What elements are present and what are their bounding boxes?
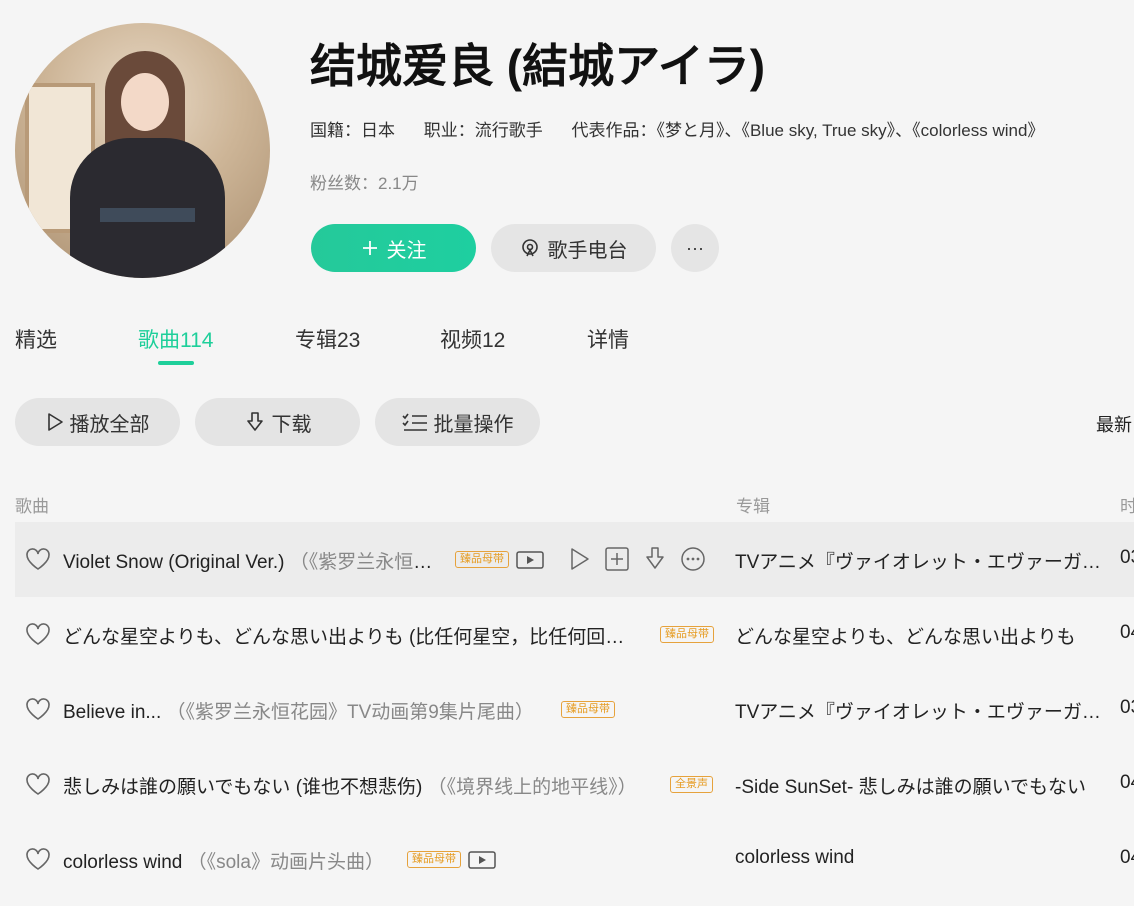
play-song-icon[interactable] <box>568 546 592 577</box>
tab-active-indicator <box>158 361 194 365</box>
heart-icon[interactable] <box>25 772 51 796</box>
plus-icon <box>362 241 377 255</box>
quality-badge: 臻品母带 <box>407 851 461 868</box>
artist-radio-button[interactable]: 歌手电台 <box>491 224 656 272</box>
song-title[interactable]: Believe in... （《紫罗兰永恒花园》TV动画第9集片尾曲） <box>63 697 548 724</box>
play-icon <box>47 413 63 431</box>
artist-avatar <box>15 23 270 278</box>
heart-icon[interactable] <box>25 547 51 571</box>
song-duration: 04 <box>1120 622 1134 643</box>
heart-icon[interactable] <box>25 622 51 646</box>
quality-badge: 全景声 <box>670 776 713 793</box>
song-album[interactable]: -Side SunSet- 悲しみは誰の願いでもない <box>735 772 1105 799</box>
quality-badge: 臻品母带 <box>455 551 509 568</box>
follow-label: 关注 <box>386 239 427 262</box>
column-album: 专辑 <box>736 497 770 516</box>
batch-label: 批量操作 <box>433 413 514 436</box>
song-title[interactable]: 悲しみは誰の願いでもない (谁也不想悲伤) （《境界线上的地平线》） <box>63 772 658 799</box>
play-all-button[interactable]: 播放全部 <box>15 398 180 446</box>
song-duration: 03 <box>1120 697 1134 718</box>
song-row[interactable]: 悲しみは誰の願いでもない (谁也不想悲伤) （《境界线上的地平线》） 全景声 -… <box>15 747 1134 822</box>
song-operations <box>568 546 718 577</box>
artist-occupation: 职业：流行歌手 <box>423 121 543 140</box>
sort-latest[interactable]: 最新 <box>1096 411 1132 437</box>
follow-button[interactable]: 关注 <box>311 224 476 272</box>
artist-nationality: 国籍：日本 <box>310 121 395 140</box>
song-row[interactable]: Violet Snow (Original Ver.) （《紫罗兰永恒花园》TV… <box>15 522 1134 597</box>
song-title[interactable]: どんな星空よりも、どんな思い出よりも (比任何星空，比任何回忆都) <box>63 622 641 649</box>
artist-name: 结城爱良 (結城アイラ) <box>310 40 766 92</box>
tab-songs[interactable]: 歌曲114 <box>138 324 213 354</box>
song-duration: 03 <box>1120 547 1134 568</box>
song-duration: 04 <box>1120 847 1134 868</box>
song-album[interactable]: colorless wind <box>735 847 1105 869</box>
song-row[interactable]: どんな星空よりも、どんな思い出よりも (比任何星空，比任何回忆都) 臻品母带 ど… <box>15 597 1134 672</box>
play-all-label: 播放全部 <box>69 413 150 436</box>
radio-label: 歌手电台 <box>547 239 628 262</box>
more-button[interactable]: ··· <box>671 224 719 272</box>
artist-fans: 粉丝数：2.1万 <box>310 174 419 193</box>
song-album[interactable]: どんな星空よりも、どんな思い出よりも <box>735 622 1105 649</box>
song-row[interactable]: colorless wind （《sola》动画片头曲） 臻品母带 colorl… <box>15 822 1134 897</box>
column-song: 歌曲 <box>15 497 49 516</box>
artist-meta: 国籍：日本 职业：流行歌手 代表作品：《梦と月》、《Blue sky, True… <box>310 116 1125 141</box>
more-options-icon[interactable] <box>680 546 706 577</box>
quality-badge: 臻品母带 <box>561 701 615 718</box>
song-title[interactable]: colorless wind （《sola》动画片头曲） <box>63 847 403 874</box>
tab-featured[interactable]: 精选 <box>15 324 57 354</box>
list-check-icon <box>401 413 427 431</box>
download-button[interactable]: 下载 <box>195 398 360 446</box>
tab-videos[interactable]: 视频12 <box>440 324 505 354</box>
song-duration: 04 <box>1120 772 1134 793</box>
download-song-icon[interactable] <box>642 546 668 577</box>
mv-icon[interactable] <box>468 850 496 870</box>
add-to-playlist-icon[interactable] <box>604 546 630 577</box>
heart-icon[interactable] <box>25 697 51 721</box>
batch-operation-button[interactable]: 批量操作 <box>375 398 540 446</box>
download-label: 下载 <box>271 413 312 436</box>
heart-icon[interactable] <box>25 847 51 871</box>
song-row[interactable]: Believe in... （《紫罗兰永恒花园》TV动画第9集片尾曲） 臻品母带… <box>15 672 1134 747</box>
download-icon <box>246 412 263 431</box>
tab-albums[interactable]: 专辑23 <box>295 324 360 354</box>
song-title[interactable]: Violet Snow (Original Ver.) （《紫罗兰永恒花园》TV… <box>63 547 443 574</box>
song-album[interactable]: TVアニメ『ヴァイオレット・エヴァーガーデン』 <box>735 697 1105 724</box>
quality-badge: 臻品母带 <box>660 626 714 643</box>
tab-details[interactable]: 详情 <box>587 324 629 354</box>
artist-works[interactable]: 代表作品：《梦と月》、《Blue sky, True sky》、《colorle… <box>571 121 1044 140</box>
mv-icon[interactable] <box>516 550 544 570</box>
column-duration: 时 <box>1120 497 1134 516</box>
radio-icon <box>521 239 538 257</box>
song-album[interactable]: TVアニメ『ヴァイオレット・エヴァーガーデン』 <box>735 547 1105 574</box>
